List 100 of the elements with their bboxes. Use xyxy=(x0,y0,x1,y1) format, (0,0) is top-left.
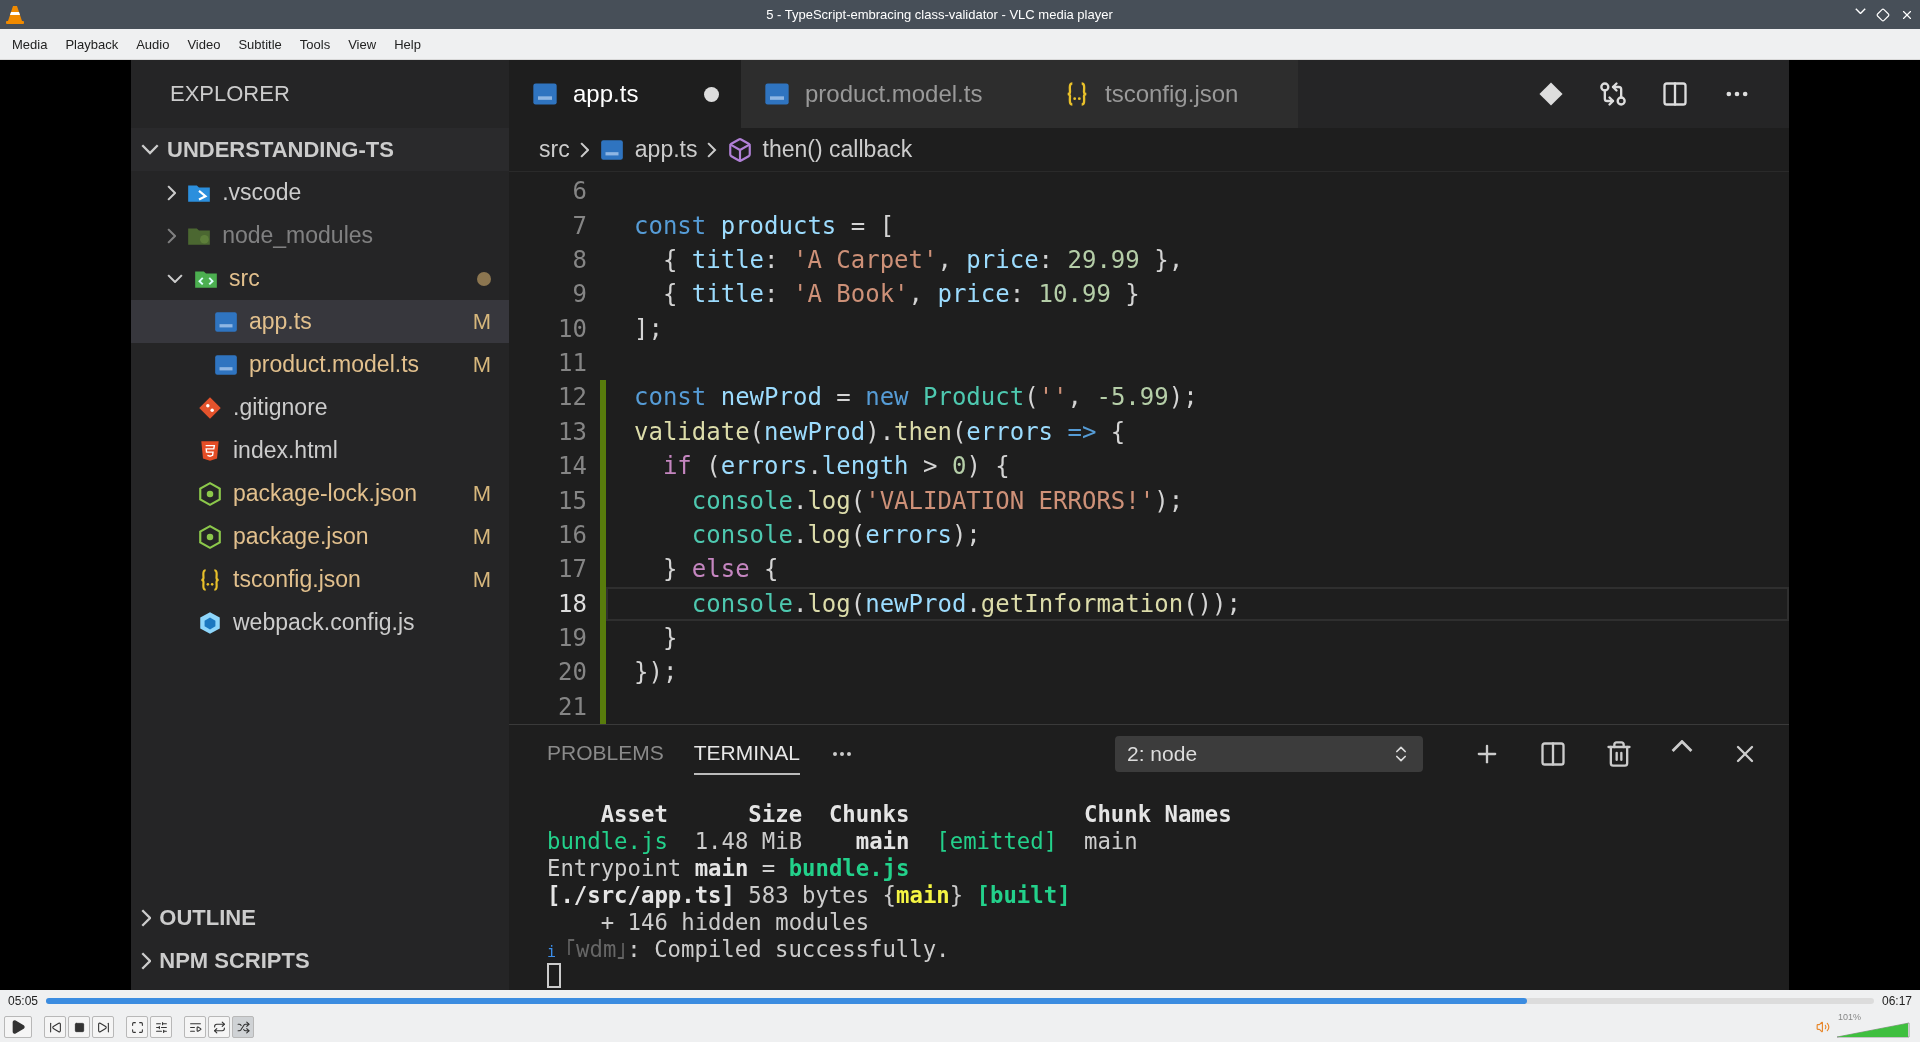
code-token: title xyxy=(691,245,765,274)
terminal-text: main xyxy=(855,828,910,854)
code-token: getInformation xyxy=(980,589,1184,618)
code-token: const xyxy=(634,211,708,240)
editor-tab[interactable]: tsconfig.json xyxy=(1041,60,1298,128)
menu-item[interactable]: Media xyxy=(4,32,56,56)
menu-item[interactable]: Tools xyxy=(291,32,339,56)
code-token: ( xyxy=(850,486,866,515)
folder-row[interactable]: src xyxy=(131,257,509,300)
split-icon[interactable] xyxy=(1539,740,1567,768)
folder-row[interactable]: node_modules xyxy=(131,214,509,257)
code-token: console xyxy=(690,486,793,515)
volume-reading: 101% xyxy=(1838,1012,1862,1022)
terminal-text: 583 bytes { xyxy=(747,882,897,908)
trash-icon[interactable] xyxy=(1605,740,1633,768)
code-token: newProd xyxy=(764,417,866,446)
terminal-text: main xyxy=(896,882,950,908)
panel-tab[interactable]: TERMINAL xyxy=(693,733,800,775)
explorer-title: EXPLORER xyxy=(170,81,290,107)
fullscreen-icon xyxy=(130,1020,144,1034)
line-number: 15 xyxy=(557,486,588,515)
line-number: 18 xyxy=(557,589,588,618)
previous-button[interactable] xyxy=(44,1016,66,1038)
seek-bar[interactable] xyxy=(46,998,1874,1004)
next-button[interactable] xyxy=(92,1016,114,1038)
chevron-right-icon xyxy=(579,141,589,158)
editor-tab[interactable]: app.ts xyxy=(509,60,741,128)
terminal[interactable]: Asset Size Chunks Chunk Names bundle.js 1.48 MiB main [emitted] main Entrypoint main = bundle.js [./src/app.ts] 583 bytes {main} [built] + 146 hidden modules i ｢wdm｣: Compiled successfully. xyxy=(509,783,1789,990)
code-token: 29.99 xyxy=(1067,245,1140,274)
code-token: . xyxy=(792,520,808,549)
menu-item[interactable]: View xyxy=(340,32,385,56)
file-row[interactable]: product.model.ts M xyxy=(131,343,509,386)
code-token: 'A Book' xyxy=(792,280,909,309)
minimize-icon[interactable] xyxy=(1855,7,1866,14)
menu-item[interactable]: Playback xyxy=(57,32,127,56)
line-number: 11 xyxy=(557,349,588,378)
file-row[interactable]: index.html xyxy=(131,429,509,472)
split-editor-icon[interactable] xyxy=(1661,80,1689,108)
project-row[interactable]: UNDERSTANDING-TS xyxy=(131,128,509,171)
settings-button[interactable] xyxy=(150,1016,172,1038)
menu-item[interactable]: Audio xyxy=(128,32,178,56)
code-token: : xyxy=(764,280,780,309)
code-token: . xyxy=(807,452,822,481)
menu-item[interactable]: Video xyxy=(179,32,229,56)
menu-item[interactable]: Help xyxy=(386,32,429,56)
terminal-select[interactable]: 2: node xyxy=(1115,736,1423,772)
stop-button[interactable] xyxy=(68,1016,90,1038)
file-row[interactable]: package.json M xyxy=(131,515,509,558)
breadcrumb-item[interactable]: src xyxy=(539,136,570,163)
modified-label: M xyxy=(472,351,491,378)
editor-tab[interactable]: product.model.ts xyxy=(741,60,1041,128)
fullscreen-button[interactable] xyxy=(126,1016,148,1038)
breadcrumb-item[interactable]: then() callback xyxy=(762,136,913,163)
code-token: , xyxy=(937,245,953,274)
file-row[interactable]: webpack.config.js xyxy=(131,601,509,644)
line-number: 21 xyxy=(557,692,588,721)
code-token: ( xyxy=(951,417,967,446)
shuffle-button[interactable] xyxy=(232,1016,254,1038)
code-token: ). xyxy=(865,417,895,446)
elapsed-time: 05:05 xyxy=(8,994,39,1008)
modified-label: M xyxy=(472,308,491,335)
terminal-text: 1.48 MiB xyxy=(693,828,804,854)
line-number: 7 xyxy=(571,211,588,240)
maximize-icon[interactable] xyxy=(1876,7,1890,22)
code-token: const xyxy=(634,383,708,412)
compare-icon[interactable] xyxy=(1599,80,1627,108)
file-row[interactable]: .gitignore xyxy=(131,386,509,429)
code-token: ( xyxy=(749,417,765,446)
code-token: ); xyxy=(1168,383,1198,412)
code-token: products xyxy=(720,211,837,240)
line-number: 17 xyxy=(557,555,588,584)
code-token: ( xyxy=(850,520,866,549)
terminal-text: i xyxy=(547,943,558,961)
section-header[interactable]: NPM SCRIPTS xyxy=(131,939,509,982)
code-token: : xyxy=(1038,245,1055,274)
cube-icon xyxy=(726,136,753,163)
menu-item[interactable]: Subtitle xyxy=(230,32,290,56)
loop-icon xyxy=(212,1020,226,1034)
traffic-cone-icon xyxy=(6,4,24,25)
code-token: Product xyxy=(923,383,1025,412)
code-token: if xyxy=(661,452,692,481)
terminal-text: Asset Size Chunks Chunk Names xyxy=(599,801,1232,827)
section-header[interactable]: OUTLINE xyxy=(131,896,509,939)
play-button[interactable] xyxy=(4,1016,32,1038)
code-token: ) { xyxy=(966,452,1010,481)
code-token: ]; xyxy=(634,314,663,343)
playlist-button[interactable] xyxy=(184,1016,206,1038)
breadcrumb-item[interactable]: app.ts xyxy=(634,136,698,163)
file-row[interactable]: app.ts M xyxy=(131,300,509,343)
file-row[interactable]: tsconfig.json M xyxy=(131,558,509,601)
file-row[interactable]: package-lock.json M xyxy=(131,472,509,515)
shuffle-icon xyxy=(236,1020,250,1034)
chevron-up-icon[interactable] xyxy=(1671,740,1693,753)
loop-button[interactable] xyxy=(208,1016,230,1038)
code-token: }); xyxy=(634,658,678,687)
folder-row[interactable]: .vscode xyxy=(131,171,509,214)
panel-tab[interactable]: PROBLEMS xyxy=(547,733,664,775)
line-number: 19 xyxy=(557,624,588,653)
code-token: 'A Carpet' xyxy=(792,245,938,274)
code-token: , xyxy=(1067,383,1083,412)
